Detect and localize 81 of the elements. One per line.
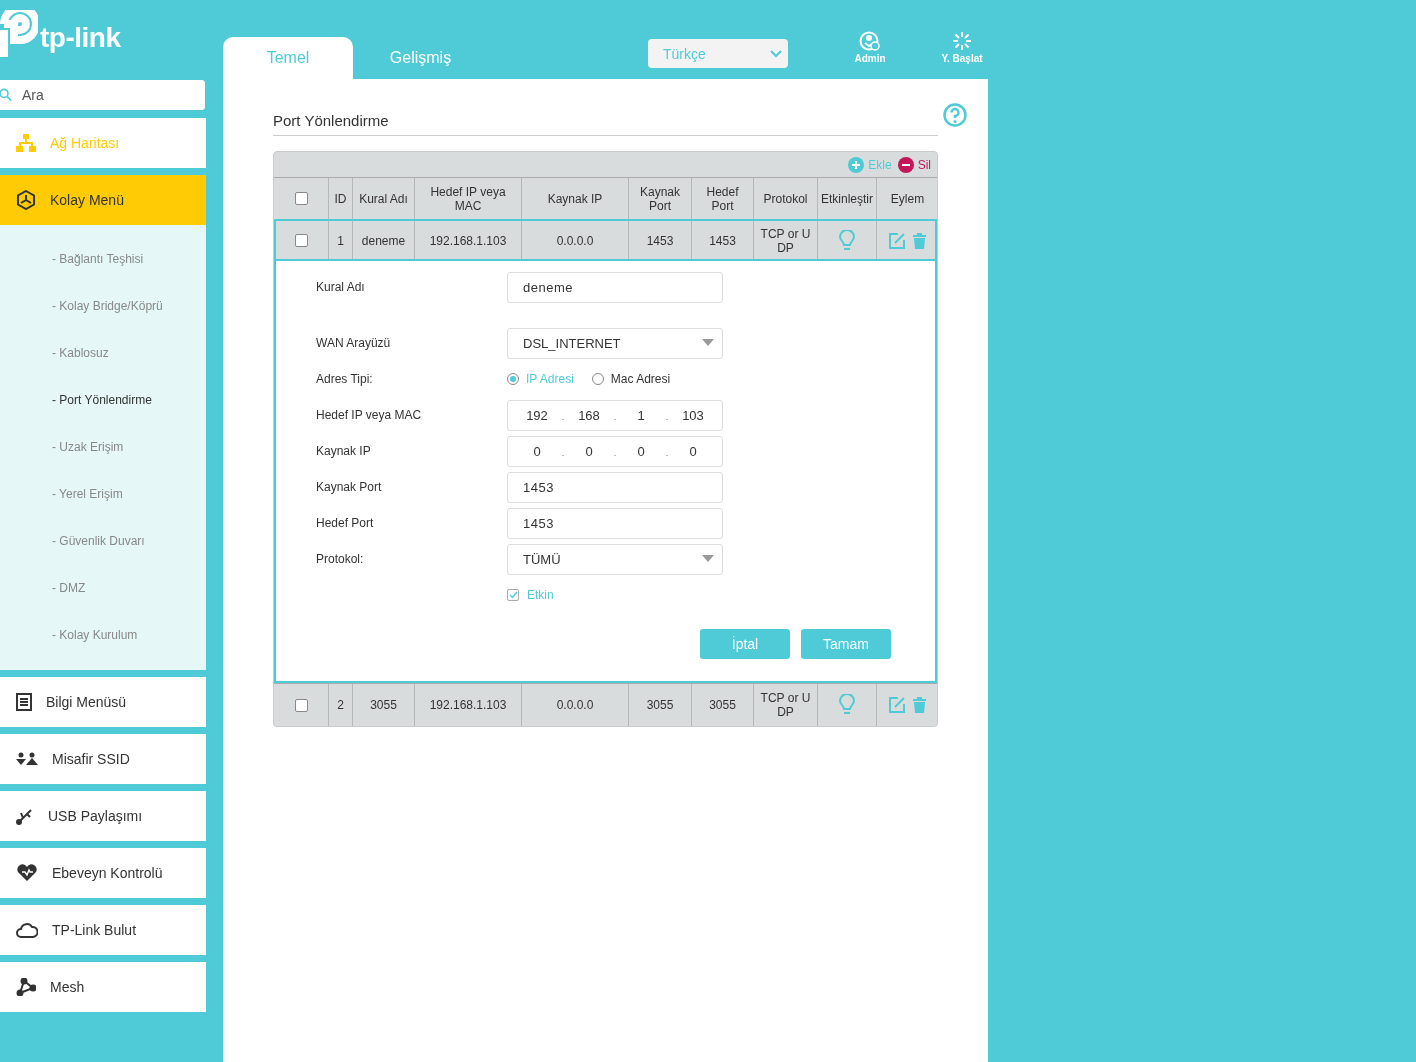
select-field[interactable]: DSL_INTERNET xyxy=(507,327,723,359)
page-title: Port Yönlendirme xyxy=(273,112,938,136)
help-icon[interactable] xyxy=(943,103,967,127)
trash-icon[interactable] xyxy=(913,697,926,713)
dropdown-icon xyxy=(702,555,714,563)
table-row[interactable]: 1 deneme 192.168.1.103 0.0.0.0 1453 1453 TCP or UDP xyxy=(274,219,937,261)
input-field[interactable]: 1453 xyxy=(507,471,723,503)
nav-item[interactable]: Ebeveyn Kontrolü xyxy=(0,848,206,898)
column-header: Etkinleştir xyxy=(817,178,876,219)
table-cell: 2 xyxy=(328,684,352,726)
dropdown-icon xyxy=(702,339,714,347)
ip-address-field[interactable]: 192 . 168 . 1 . 103 xyxy=(507,399,723,431)
logo-text: tp-link xyxy=(40,22,121,54)
select-field[interactable]: TÜMÜ xyxy=(507,543,723,575)
lightbulb-icon[interactable] xyxy=(839,229,855,252)
column-header: Eylem xyxy=(876,178,938,219)
submenu-item[interactable]: - Port Yönlendirme xyxy=(0,376,206,423)
usb-icon xyxy=(16,807,34,825)
checkmark-icon xyxy=(508,591,518,599)
nav-item[interactable]: Kolay Menü xyxy=(0,175,206,225)
hexagon-icon xyxy=(16,190,36,210)
table-cell: 0.0.0.0 xyxy=(521,684,628,726)
submenu-item[interactable]: - Kolay Kurulum xyxy=(0,611,206,658)
column-header: Protokol xyxy=(753,178,817,219)
column-header: Kural Adı xyxy=(352,178,414,219)
network-icon xyxy=(16,134,36,152)
table-cell: 192.168.1.103 xyxy=(414,684,521,726)
column-header: Hedef Port xyxy=(691,178,753,219)
field-label: WAN Arayüzü xyxy=(316,336,392,350)
field-label: Kural Adı xyxy=(316,280,366,294)
row-checkbox[interactable] xyxy=(294,698,308,712)
table-cell: TCP or UDP xyxy=(753,684,817,726)
field-label: Kaynak IP xyxy=(316,444,372,458)
spinner-icon xyxy=(952,31,972,51)
minus-circle-icon xyxy=(897,156,914,173)
nav-item[interactable]: Mesh xyxy=(0,962,206,1012)
submenu-item[interactable]: - Uzak Erişim xyxy=(0,423,206,470)
search-icon xyxy=(0,87,12,103)
submenu-item[interactable]: - Kolay Bridge/Köprü xyxy=(0,282,206,329)
field-label: Hedef Port xyxy=(316,516,375,530)
chevron-down-icon xyxy=(770,49,782,58)
edit-icon[interactable] xyxy=(889,697,905,713)
document-icon xyxy=(16,693,32,711)
select-all-checkbox[interactable] xyxy=(294,192,308,205)
submenu-item[interactable]: - Bağlantı Teşhisi xyxy=(0,235,206,282)
ip-address-field[interactable]: 0 . 0 . 0 . 0 xyxy=(507,435,723,467)
table-cell: 3055 xyxy=(628,684,691,726)
cloud-icon xyxy=(16,922,38,938)
mesh-icon xyxy=(16,978,36,996)
radio-option[interactable]: Mac Adresi xyxy=(591,372,671,386)
nav-item[interactable]: Bilgi Menüsü xyxy=(0,677,206,727)
delete-button[interactable]: Sil xyxy=(897,156,931,173)
heart-icon xyxy=(16,864,38,882)
field-label: Hedef IP veya MAC xyxy=(316,408,423,422)
table-cell: 3055 xyxy=(352,684,414,726)
nav-item[interactable]: USB Paylaşımı xyxy=(0,791,206,841)
logo-icon xyxy=(0,10,38,58)
row-checkbox[interactable] xyxy=(294,234,308,247)
plus-circle-icon xyxy=(848,156,865,173)
nav-item[interactable]: Misafir SSID xyxy=(0,734,206,784)
submenu-item[interactable]: - Kablosuz xyxy=(0,329,206,376)
edit-icon[interactable] xyxy=(889,232,905,249)
column-header: Kaynak Port xyxy=(628,178,691,219)
field-label: Adres Tipi: xyxy=(316,372,374,386)
column-header: Hedef IP veya MAC xyxy=(414,178,521,219)
user-icon xyxy=(859,31,881,51)
column-header: ID xyxy=(328,178,352,219)
input-field[interactable]: deneme xyxy=(507,271,723,303)
table-cell: 3055 xyxy=(691,684,753,726)
lightbulb-icon[interactable] xyxy=(839,694,855,716)
nav-item[interactable]: TP-Link Bulut xyxy=(0,905,206,955)
field-label: Protokol: xyxy=(316,552,365,566)
submenu-item[interactable]: - Güvenlik Duvarı xyxy=(0,517,206,564)
column-header: Kaynak IP xyxy=(521,178,628,219)
trash-icon[interactable] xyxy=(913,232,926,249)
submenu-item[interactable]: - DMZ xyxy=(0,564,206,611)
table-row[interactable]: 2 3055 192.168.1.103 0.0.0.0 3055 3055 TCP or UDP xyxy=(274,683,937,726)
submenu-item[interactable]: - Yerel Erişim xyxy=(0,470,206,517)
input-field[interactable]: 1453 xyxy=(507,507,723,539)
field-label: Kaynak Port xyxy=(316,480,383,494)
guests-icon xyxy=(16,752,38,766)
